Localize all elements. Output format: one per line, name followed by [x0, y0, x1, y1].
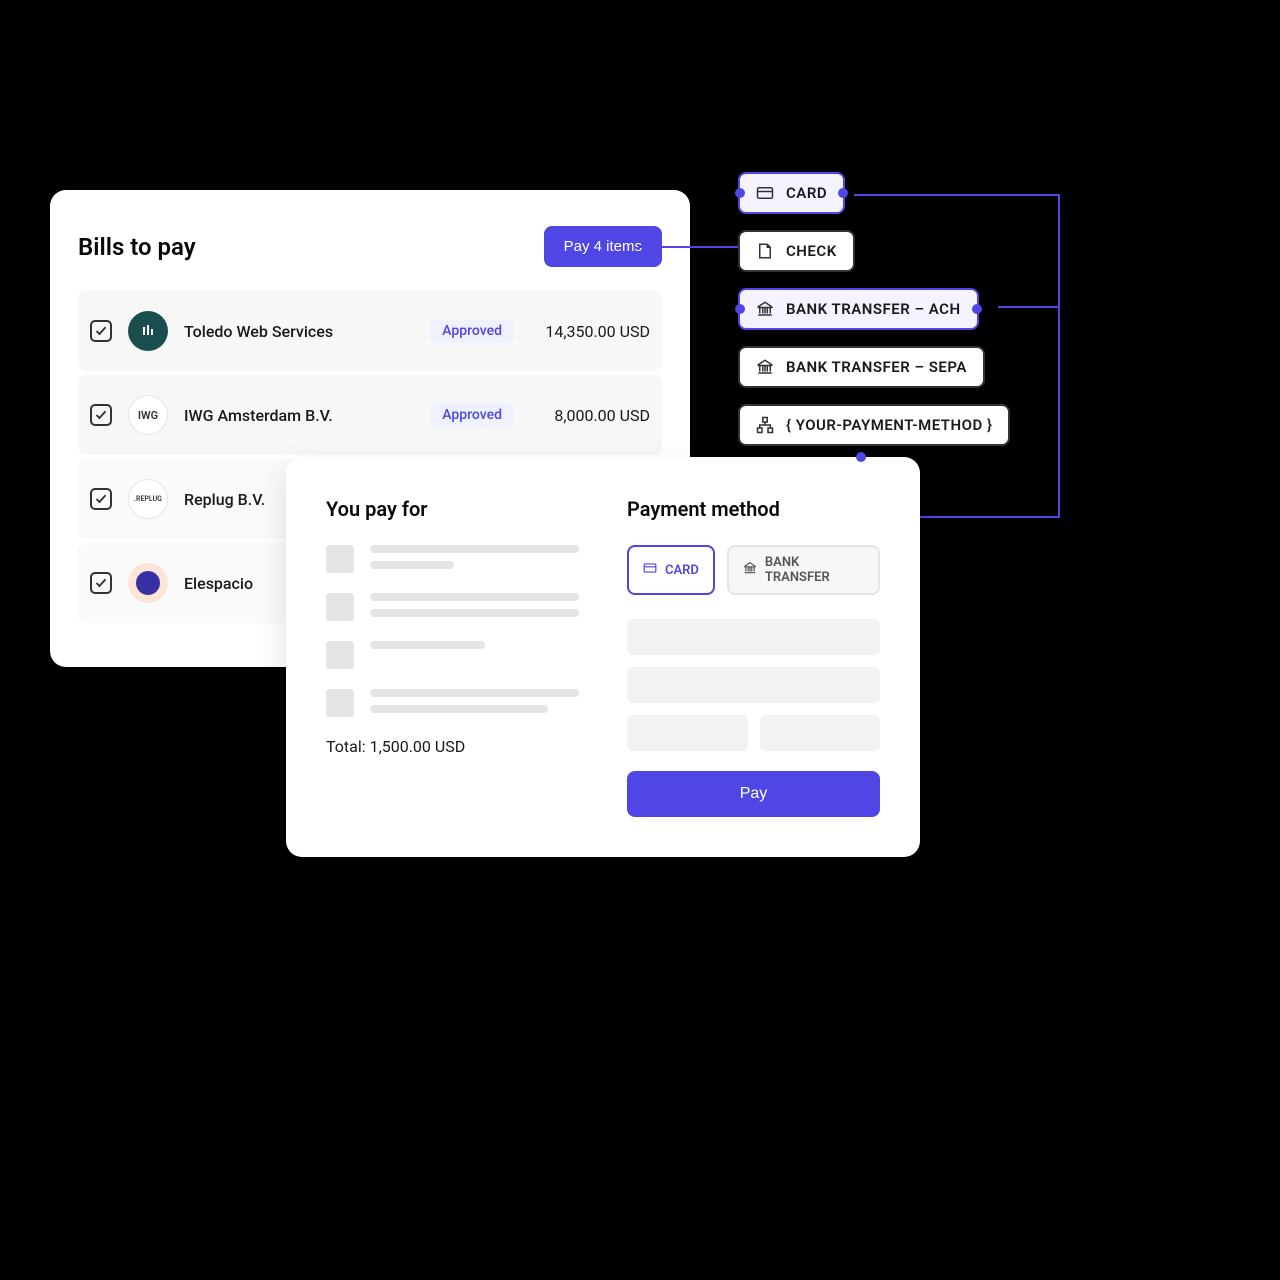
bank-icon	[756, 358, 774, 376]
connector-dot	[856, 452, 866, 462]
total-amount: Total: 1,500.00 USD	[326, 737, 579, 756]
bill-row[interactable]: Toledo Web Services Approved 14,350.00 U…	[78, 291, 662, 371]
chip-label: { YOUR-PAYMENT-METHOD }	[786, 416, 992, 434]
connector-line	[1058, 194, 1060, 518]
tab-label: CARD	[665, 563, 699, 578]
connector-line	[638, 246, 738, 248]
connector-line	[998, 306, 1060, 308]
status-badge: Approved	[430, 403, 514, 427]
method-chip-check[interactable]: CHECK	[738, 230, 855, 272]
card-cvc-field[interactable]	[760, 715, 881, 751]
checkbox-checked[interactable]	[90, 488, 112, 510]
checkbox-checked[interactable]	[90, 404, 112, 426]
payment-method-section: Payment method CARD BANK TRANSFER Pay	[627, 497, 880, 817]
list-item	[326, 641, 579, 669]
bill-amount: 14,350.00 USD	[530, 322, 650, 341]
payment-method-list: CARD CHECK BANK TRANSFER – ACH BANK TRAN…	[738, 172, 1010, 446]
placeholder-icon	[326, 689, 354, 717]
card-icon	[756, 184, 774, 202]
card-icon	[643, 561, 657, 579]
checkbox-checked[interactable]	[90, 320, 112, 342]
list-item	[326, 689, 579, 717]
check-document-icon	[756, 242, 774, 260]
vendor-logo-icon	[128, 311, 168, 351]
payment-panel: You pay for Total: 1,500.00 USD Payment …	[286, 457, 920, 857]
checkbox-checked[interactable]	[90, 572, 112, 594]
check-icon	[95, 493, 107, 505]
vendor-name: Toledo Web Services	[184, 322, 414, 341]
bill-amount: 8,000.00 USD	[530, 406, 650, 425]
chip-label: CARD	[786, 184, 827, 202]
vendor-logo-icon: IWG	[128, 395, 168, 435]
section-title: You pay for	[326, 497, 579, 521]
bill-row[interactable]: IWG IWG Amsterdam B.V. Approved 8,000.00…	[78, 375, 662, 455]
method-chip-ach[interactable]: BANK TRANSFER – ACH	[738, 288, 979, 330]
tab-card[interactable]: CARD	[627, 545, 715, 595]
chip-label: BANK TRANSFER – ACH	[786, 300, 961, 318]
tab-label: BANK TRANSFER	[765, 555, 864, 585]
placeholder-icon	[326, 545, 354, 573]
status-badge: Approved	[430, 319, 514, 343]
method-chip-card[interactable]: CARD	[738, 172, 845, 214]
bills-header: Bills to pay Pay 4 items	[78, 226, 662, 267]
method-chip-sepa[interactable]: BANK TRANSFER – SEPA	[738, 346, 985, 388]
pay-button[interactable]: Pay	[627, 771, 880, 817]
check-icon	[95, 577, 107, 589]
vendor-logo-icon: .REPLUG	[128, 479, 168, 519]
vendor-logo-icon	[128, 563, 168, 603]
list-item	[326, 545, 579, 573]
card-name-field[interactable]	[627, 667, 880, 703]
card-number-field[interactable]	[627, 619, 880, 655]
method-tabs: CARD BANK TRANSFER	[627, 545, 880, 595]
nodes-icon	[756, 416, 774, 434]
list-item	[326, 593, 579, 621]
check-icon	[95, 325, 107, 337]
vendor-name: IWG Amsterdam B.V.	[184, 406, 414, 425]
pay-for-section: You pay for Total: 1,500.00 USD	[326, 497, 579, 817]
bank-icon	[743, 561, 757, 579]
connector-line	[854, 194, 1060, 196]
method-chip-custom[interactable]: { YOUR-PAYMENT-METHOD }	[738, 404, 1010, 446]
check-icon	[95, 409, 107, 421]
placeholder-icon	[326, 641, 354, 669]
chip-label: CHECK	[786, 242, 837, 260]
card-expiry-field[interactable]	[627, 715, 748, 751]
tab-bank-transfer[interactable]: BANK TRANSFER	[727, 545, 880, 595]
section-title: Payment method	[627, 497, 880, 521]
bills-title: Bills to pay	[78, 233, 196, 261]
placeholder-icon	[326, 593, 354, 621]
bank-icon	[756, 300, 774, 318]
chip-label: BANK TRANSFER – SEPA	[786, 358, 967, 376]
